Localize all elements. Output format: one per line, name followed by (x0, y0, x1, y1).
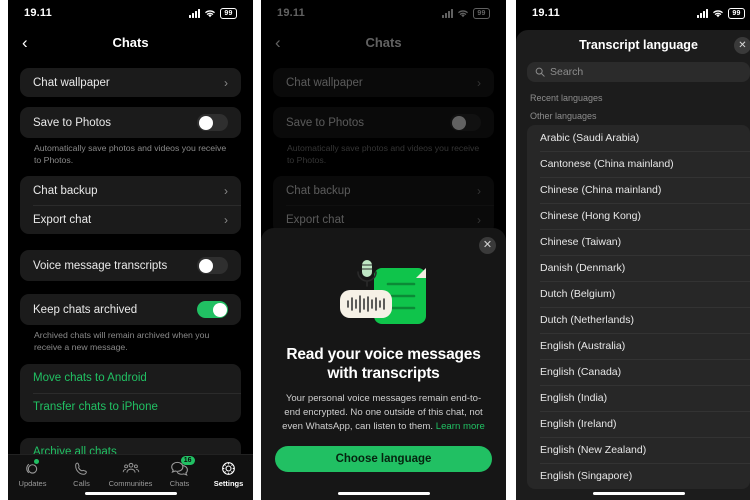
modal-title: Read your voice messages with transcript… (286, 346, 481, 382)
modal-body: Your personal voice messages remain end-… (275, 392, 492, 434)
updates-icon (25, 459, 40, 477)
choose-language-button[interactable]: Choose language (275, 445, 492, 472)
settings-group: Move chats to Android Transfer chats to … (20, 363, 241, 422)
cellular-signal-icon (697, 8, 708, 18)
tab-chats[interactable]: 16 Chats (155, 456, 204, 488)
list-item[interactable]: English (India) (527, 385, 750, 411)
settings-gear-icon (221, 460, 236, 477)
page-title: Chats (112, 34, 149, 50)
tab-calls[interactable]: Calls (57, 460, 106, 488)
setting-row-keep-chats-archived[interactable]: Keep chats archived (20, 294, 241, 325)
screenshot-stage: 19.11 99 ‹ Chats Chat wallpaper › Save t… (0, 0, 750, 500)
list-item[interactable]: Cantonese (China mainland) (527, 151, 750, 177)
nav-bar: ‹ Chats (8, 26, 253, 58)
row-label: Export chat (33, 213, 92, 226)
settings-group: Save to Photos (20, 107, 241, 138)
battery-indicator: 99 (220, 7, 237, 19)
section-title-other: Other languages (530, 111, 597, 121)
list-item[interactable]: Dutch (Belgium) (527, 281, 750, 307)
list-item[interactable]: English (Australia) (527, 333, 750, 359)
settings-group: Keep chats archived (20, 294, 241, 326)
list-item[interactable]: Chinese (Taiwan) (527, 229, 750, 255)
wifi-icon (713, 9, 723, 17)
phone-screen-transcript-promo: 19.11 99 ‹ Chats Chat wallpaper › (261, 0, 506, 500)
settings-group: Voice message transcripts (20, 250, 241, 282)
voice-message-transcripts-toggle[interactable] (197, 257, 228, 275)
list-item[interactable]: Danish (Denmark) (527, 255, 750, 281)
home-indicator (592, 491, 685, 495)
home-indicator (84, 491, 177, 495)
tab-label: Updates (18, 479, 47, 488)
list-item[interactable]: English (Ireland) (527, 411, 750, 437)
list-item[interactable]: Chinese (China mainland) (527, 177, 750, 203)
setting-caption: Automatically save photos and videos you… (34, 143, 227, 165)
search-input[interactable]: Search (527, 62, 750, 82)
updates-badge-dot (34, 459, 39, 464)
tab-settings[interactable]: Settings (204, 460, 253, 488)
row-label: Transfer chats to iPhone (33, 401, 158, 414)
setting-row-chat-backup[interactable]: Chat backup › (20, 176, 241, 205)
setting-row-voice-transcripts[interactable]: Voice message transcripts (20, 250, 241, 281)
chevron-right-icon: › (224, 183, 228, 198)
chats-icon: 16 (170, 456, 195, 477)
setting-caption: Archived chats will remain archived when… (34, 330, 210, 353)
home-indicator (337, 491, 430, 495)
row-label: Keep chats archived (33, 303, 138, 316)
setting-row-save-to-photos[interactable]: Save to Photos (20, 107, 241, 138)
tab-updates[interactable]: Updates (8, 459, 57, 488)
list-item[interactable]: Chinese (Hong Kong) (527, 203, 750, 229)
chats-unread-badge: 16 (180, 456, 195, 465)
phone-screen-chats-settings: 19.11 99 ‹ Chats Chat wallpaper › Save t… (8, 0, 253, 500)
list-item[interactable]: Arabic (Saudi Arabia) (527, 125, 750, 151)
transcript-language-sheet: Transcript language ✕ Search Recent lang… (516, 30, 750, 500)
sheet-header: Transcript language ✕ (516, 30, 750, 60)
list-item[interactable]: Dutch (Netherlands) (527, 307, 750, 333)
setting-row-move-chats-android[interactable]: Move chats to Android (20, 364, 241, 393)
setting-row-transfer-chats-iphone[interactable]: Transfer chats to iPhone (20, 392, 241, 422)
row-label: Chat wallpaper (33, 76, 110, 89)
save-to-photos-toggle[interactable] (197, 114, 228, 131)
list-item[interactable]: English (Singapore) (527, 463, 750, 489)
row-label: Voice message transcripts (33, 259, 168, 272)
status-bar: 19.11 99 (8, 0, 253, 26)
settings-group: Chat wallpaper › (20, 68, 241, 97)
settings-group: Chat backup › Export chat › (20, 176, 241, 235)
close-icon[interactable]: ✕ (734, 37, 750, 54)
tab-label: Calls (73, 479, 90, 488)
setting-row-chat-wallpaper[interactable]: Chat wallpaper › (20, 68, 241, 97)
calls-icon (74, 460, 89, 477)
wifi-icon (205, 9, 215, 17)
row-label: Chat backup (33, 184, 98, 197)
status-time: 19.11 (532, 7, 560, 19)
list-item[interactable]: English (New Zealand) (527, 437, 750, 463)
row-label: Save to Photos (33, 116, 111, 129)
status-time: 19.11 (24, 7, 52, 19)
language-list: Arabic (Saudi Arabia) Cantonese (China m… (527, 125, 750, 489)
keep-chats-archived-toggle[interactable] (197, 301, 228, 319)
voice-transcript-illustration (275, 254, 492, 342)
chevron-right-icon: › (224, 212, 228, 227)
status-bar: 19.11 99 (516, 0, 750, 26)
tab-label: Communities (108, 479, 153, 488)
search-icon (535, 67, 545, 77)
row-label: Move chats to Android (33, 372, 147, 385)
setting-row-export-chat[interactable]: Export chat › (20, 205, 241, 234)
battery-indicator: 99 (728, 7, 745, 19)
cellular-signal-icon (189, 8, 200, 18)
learn-more-link[interactable]: Learn more (436, 421, 485, 432)
section-title-recent: Recent languages (530, 93, 603, 103)
phone-screen-transcript-language: 19.11 99 Transcript language ✕ Search Re… (516, 0, 750, 500)
chevron-right-icon: › (224, 75, 228, 90)
back-chevron-icon[interactable]: ‹ (22, 34, 28, 51)
sheet-title: Transcript language (579, 38, 698, 52)
tab-communities[interactable]: Communities (106, 460, 155, 488)
communities-icon (122, 460, 140, 477)
close-icon[interactable]: ✕ (479, 237, 496, 254)
settings-list: Chat wallpaper › Save to Photos Automati… (8, 68, 253, 467)
tab-label: Settings (213, 479, 244, 488)
search-placeholder: Search (550, 66, 584, 78)
transcript-promo-modal: ✕ Read your voice messages with transcri… (261, 228, 506, 500)
list-item[interactable]: English (Canada) (527, 359, 750, 385)
tab-label: Chats (169, 479, 190, 488)
